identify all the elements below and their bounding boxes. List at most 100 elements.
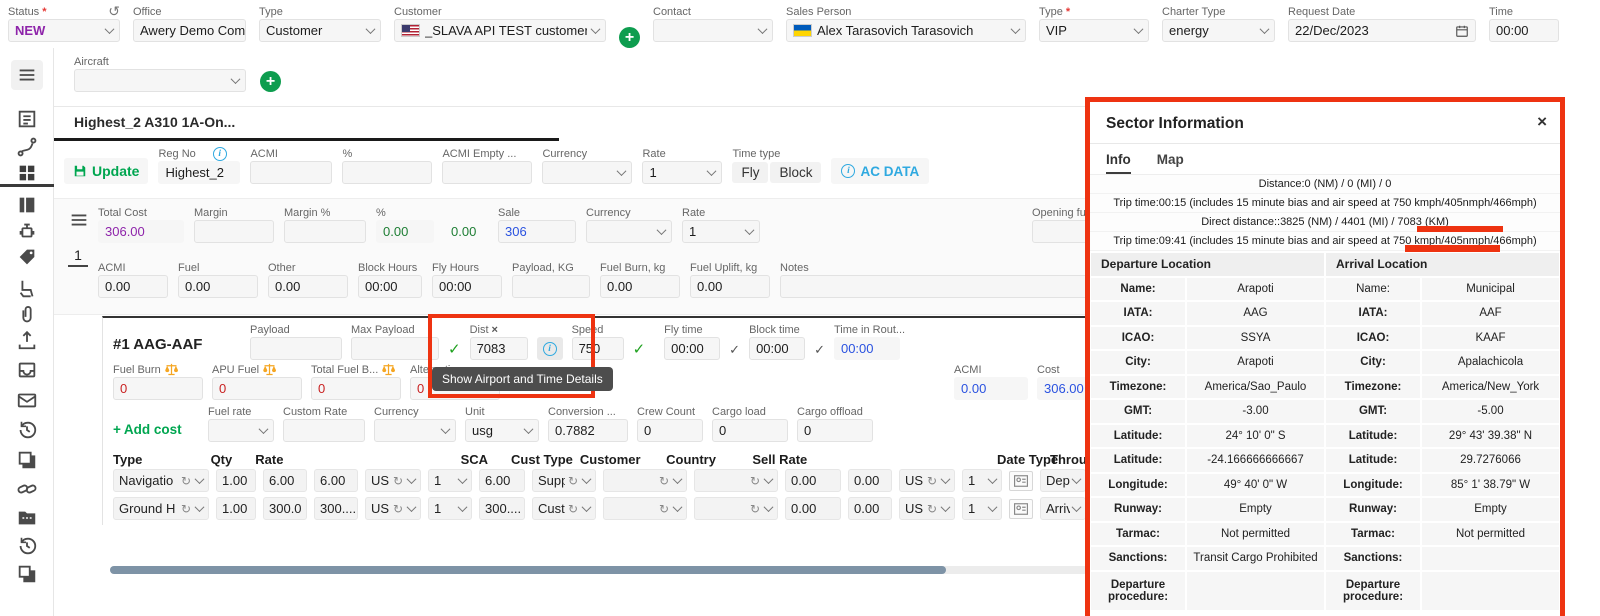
airport-time-details-button[interactable]: i	[537, 337, 563, 360]
fly-time-input[interactable]: 00:00	[664, 337, 720, 360]
custom-rate-input[interactable]	[283, 419, 365, 442]
rate-input[interactable]: 300.0	[263, 497, 307, 520]
dist-input[interactable]: 7083	[470, 337, 528, 360]
sec-fuel-burn-input[interactable]: 0	[113, 377, 203, 400]
tab-map[interactable]: Map	[1157, 152, 1184, 174]
percent-input[interactable]	[342, 161, 432, 184]
sale-rate-select[interactable]: 1	[682, 220, 760, 243]
block-hours-input[interactable]: 00:00	[358, 275, 422, 298]
acmi-empty-input[interactable]	[442, 161, 532, 184]
currency-select[interactable]	[542, 161, 632, 184]
currency-select[interactable]: US↻	[365, 469, 421, 492]
type2-select[interactable]: VIP	[1039, 19, 1149, 42]
cargo-offload-input[interactable]: 0	[797, 419, 873, 442]
request-date-input[interactable]: 22/Dec/2023	[1288, 19, 1476, 42]
copy-2-icon[interactable]	[16, 563, 38, 585]
fx-select[interactable]: 1	[428, 497, 472, 520]
history-icon[interactable]: ↺	[108, 3, 120, 20]
copy-icon[interactable]	[16, 449, 38, 471]
contact-card-icon[interactable]	[1009, 471, 1033, 491]
link-icon[interactable]	[16, 478, 38, 500]
add-cost-button[interactable]: +Add cost	[113, 404, 199, 437]
time-input[interactable]: 00:00	[1489, 19, 1559, 42]
block-time-input[interactable]: 00:00	[749, 337, 805, 360]
sell-rate-input[interactable]: 0.00	[785, 469, 841, 492]
horizontal-scrollbar[interactable]	[110, 566, 1088, 574]
close-icon[interactable]: ×	[1537, 112, 1547, 132]
type-select[interactable]: Customer	[259, 19, 381, 42]
opening-fuel-input[interactable]	[1032, 220, 1090, 243]
time-type-fly-toggle[interactable]: Fly	[732, 162, 768, 183]
max-payload-input[interactable]	[351, 337, 439, 360]
leg-number[interactable]: 1	[68, 247, 88, 267]
menu-icon[interactable]	[11, 60, 43, 90]
cargo-load-input[interactable]: 0	[712, 419, 788, 442]
history-2-icon[interactable]	[16, 535, 38, 557]
payload-kg-input[interactable]	[512, 275, 590, 298]
sidebar-panels-icon[interactable]	[16, 194, 38, 216]
crew-count-input[interactable]: 0	[637, 419, 703, 442]
attachment-icon[interactable]	[16, 304, 38, 326]
mail-icon[interactable]	[16, 389, 38, 411]
time-in-route-value[interactable]: 00:00	[834, 337, 900, 360]
sell-currency-select[interactable]: US↻	[899, 469, 955, 492]
tab-info[interactable]: Info	[1106, 152, 1131, 174]
sell-fx-select[interactable]: 1	[962, 497, 1002, 520]
tag-icon[interactable]	[16, 246, 38, 268]
fuel-burn-kg-input[interactable]: 0.00	[600, 275, 680, 298]
customer-select[interactable]: ↻	[603, 497, 687, 520]
reg-no-input[interactable]: Highest_2	[158, 161, 240, 184]
fuel-rate-select[interactable]	[208, 419, 274, 442]
status-select[interactable]: NEW	[8, 19, 120, 42]
office-select[interactable]: Awery Demo Com	[133, 19, 246, 42]
sum-fuel-input[interactable]: 0.00	[178, 275, 258, 298]
clear-dist-icon[interactable]: ×	[492, 324, 498, 336]
fuel-currency-select[interactable]	[374, 419, 456, 442]
sell-fx-select[interactable]: 1	[962, 469, 1002, 492]
route-icon[interactable]	[16, 136, 38, 158]
margin-pct-input[interactable]	[284, 220, 366, 243]
seat-icon[interactable]	[16, 278, 38, 300]
rate-input[interactable]: 6.00	[263, 469, 307, 492]
sell-currency-select[interactable]: US↻	[899, 497, 955, 520]
robot-icon[interactable]	[16, 220, 38, 242]
sale-currency-select[interactable]	[586, 220, 672, 243]
unit-select[interactable]: usg	[465, 419, 539, 442]
sum-other-input[interactable]: 0.00	[268, 275, 348, 298]
cust-type-select[interactable]: Suppli↻	[532, 469, 596, 492]
add-aircraft-button[interactable]: +	[260, 71, 281, 92]
update-button[interactable]: Update	[64, 158, 148, 184]
fx-select[interactable]: 1	[428, 469, 472, 492]
acmi-input[interactable]	[250, 161, 332, 184]
sec-payload-input[interactable]	[250, 337, 342, 360]
aircraft-tab[interactable]: Highest_2 A310 1A-On...	[74, 114, 235, 130]
calendar-icon[interactable]	[1455, 24, 1469, 38]
upload-icon[interactable]	[16, 329, 38, 351]
fuel-uplift-kg-input[interactable]: 0.00	[690, 275, 770, 298]
rate-select[interactable]: 1	[642, 161, 722, 184]
time-type-block-toggle[interactable]: Block	[770, 162, 821, 183]
ac-data-button[interactable]: i AC DATA	[831, 158, 929, 184]
sum-acmi-input[interactable]: 0.00	[98, 275, 168, 298]
folder-icon[interactable]	[16, 507, 38, 529]
add-customer-button[interactable]: +	[619, 27, 640, 48]
fly-time-check-icon[interactable]: ✓	[729, 342, 740, 358]
margin-input[interactable]	[194, 220, 274, 243]
customer-select[interactable]: ↻	[603, 469, 687, 492]
type-select[interactable]: Ground H↻	[113, 497, 209, 520]
contact-card-icon[interactable]	[1009, 499, 1033, 519]
date-type-select[interactable]: Dep...	[1040, 469, 1086, 492]
notes-input[interactable]	[780, 275, 1090, 298]
qty-input[interactable]: 1.00	[216, 469, 256, 492]
country-select[interactable]: ↻	[694, 469, 778, 492]
sales-person-select[interactable]: Alex Tarasovich Tarasovich	[786, 19, 1026, 42]
orders-list-icon[interactable]	[16, 108, 38, 130]
sell-rate-input[interactable]: 0.00	[785, 497, 841, 520]
conversion-input[interactable]: 0.7882	[548, 419, 628, 442]
scrollbar-thumb[interactable]	[110, 566, 946, 574]
fly-hours-input[interactable]: 00:00	[432, 275, 502, 298]
contact-select[interactable]	[653, 19, 773, 42]
country-select[interactable]: ↻	[694, 497, 778, 520]
inbox-tray-icon[interactable]	[16, 359, 38, 381]
apu-fuel-input[interactable]: 0	[212, 377, 302, 400]
